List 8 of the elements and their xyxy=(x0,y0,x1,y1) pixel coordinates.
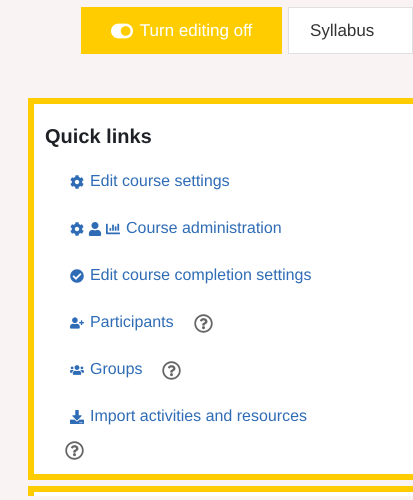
syllabus-button[interactable]: Syllabus xyxy=(288,7,413,54)
quick-link[interactable]: Import activities and resources xyxy=(70,405,307,429)
panel-title: Quick links xyxy=(45,125,153,150)
quick-link[interactable]: Participants xyxy=(70,311,174,335)
quick-link[interactable]: Course administration xyxy=(70,217,282,241)
quick-link[interactable]: Edit course completion settings xyxy=(70,264,312,288)
quick-link[interactable]: Edit course settings xyxy=(70,170,230,194)
quick-link[interactable]: Groups xyxy=(70,358,142,382)
